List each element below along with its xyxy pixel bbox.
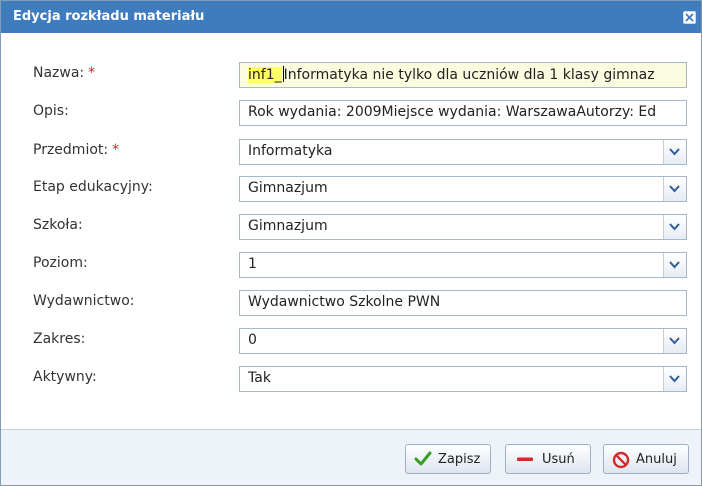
wydawnictwo-value: Wydawnictwo Szkolne PWN bbox=[248, 294, 441, 310]
minus-icon bbox=[517, 457, 533, 461]
dialog-footer: Zapisz Usuń Anuluj bbox=[1, 430, 701, 485]
nazwa-value: Informatyka nie tylko dla uczniów dla 1 … bbox=[283, 67, 655, 83]
close-icon[interactable] bbox=[683, 11, 696, 24]
etap-value: Gimnazjum bbox=[248, 180, 328, 196]
required-mark: * bbox=[88, 65, 96, 81]
row-wydawnictwo: Wydawnictwo: Wydawnictwo Szkolne PWN bbox=[1, 290, 701, 318]
szkola-value: Gimnazjum bbox=[248, 218, 328, 234]
row-nazwa: Nazwa: * inf1_ Informatyka nie tylko dla u… bbox=[1, 62, 701, 90]
chevron-down-icon[interactable] bbox=[663, 215, 686, 239]
przedmiot-label: Przedmiot: * bbox=[33, 142, 120, 158]
szkola-label: Szkoła: bbox=[33, 217, 83, 233]
row-zakres: Zakres: 0 bbox=[1, 328, 701, 356]
aktywny-value: Tak bbox=[248, 370, 271, 386]
aktywny-label: Aktywny: bbox=[33, 369, 97, 385]
przedmiot-select[interactable]: Informatyka bbox=[239, 139, 687, 165]
check-icon bbox=[414, 451, 432, 466]
poziom-value: 1 bbox=[248, 256, 257, 272]
edit-dialog: Edycja rozkładu materiału Nazwa: * inf1_ I… bbox=[0, 0, 702, 486]
cancel-button-label: Anuluj bbox=[636, 452, 677, 467]
row-szkola: Szkoła: Gimnazjum bbox=[1, 214, 701, 242]
etap-select[interactable]: Gimnazjum bbox=[239, 176, 687, 202]
nazwa-label: Nazwa: * bbox=[33, 65, 96, 81]
chevron-down-icon[interactable] bbox=[663, 329, 686, 353]
poziom-label: Poziom: bbox=[33, 255, 88, 271]
opis-input[interactable]: Rok wydania: 2009Miejsce wydania: Warsza… bbox=[239, 100, 687, 126]
wydawnictwo-input[interactable]: Wydawnictwo Szkolne PWN bbox=[239, 290, 687, 316]
opis-label: Opis: bbox=[33, 103, 69, 119]
cancel-button[interactable]: Anuluj bbox=[603, 444, 689, 474]
chevron-down-icon[interactable] bbox=[663, 140, 686, 164]
wydawnictwo-label: Wydawnictwo: bbox=[33, 293, 135, 309]
zakres-value: 0 bbox=[248, 332, 257, 348]
chevron-down-icon[interactable] bbox=[663, 253, 686, 277]
dialog-title: Edycja rozkładu materiału bbox=[13, 9, 205, 24]
row-przedmiot: Przedmiot: * Informatyka bbox=[1, 139, 701, 167]
zakres-label: Zakres: bbox=[33, 331, 86, 347]
delete-button[interactable]: Usuń bbox=[505, 444, 591, 474]
row-opis: Opis: Rok wydania: 2009Miejsce wydania: … bbox=[1, 100, 701, 128]
opis-value: Rok wydania: 2009Miejsce wydania: Warsza… bbox=[248, 104, 657, 120]
form-body: Nazwa: * inf1_ Informatyka nie tylko dla u… bbox=[1, 33, 701, 429]
chevron-down-icon[interactable] bbox=[663, 367, 686, 391]
save-button[interactable]: Zapisz bbox=[405, 444, 491, 474]
delete-button-label: Usuń bbox=[542, 452, 575, 467]
save-button-label: Zapisz bbox=[438, 452, 481, 467]
poziom-select[interactable]: 1 bbox=[239, 252, 687, 278]
nazwa-selected-text: inf1_ bbox=[248, 67, 282, 83]
row-aktywny: Aktywny: Tak bbox=[1, 366, 701, 394]
required-mark: * bbox=[112, 142, 120, 158]
nazwa-input[interactable]: inf1_ Informatyka nie tylko dla uczniów d… bbox=[239, 62, 687, 88]
zakres-select[interactable]: 0 bbox=[239, 328, 687, 354]
dialog-titlebar[interactable]: Edycja rozkładu materiału bbox=[1, 1, 701, 33]
szkola-select[interactable]: Gimnazjum bbox=[239, 214, 687, 240]
chevron-down-icon[interactable] bbox=[663, 177, 686, 201]
przedmiot-value: Informatyka bbox=[248, 143, 333, 159]
aktywny-select[interactable]: Tak bbox=[239, 366, 687, 392]
row-poziom: Poziom: 1 bbox=[1, 252, 701, 280]
etap-label: Etap edukacyjny: bbox=[33, 179, 153, 195]
cancel-icon bbox=[612, 451, 630, 469]
row-etap: Etap edukacyjny: Gimnazjum bbox=[1, 176, 701, 204]
